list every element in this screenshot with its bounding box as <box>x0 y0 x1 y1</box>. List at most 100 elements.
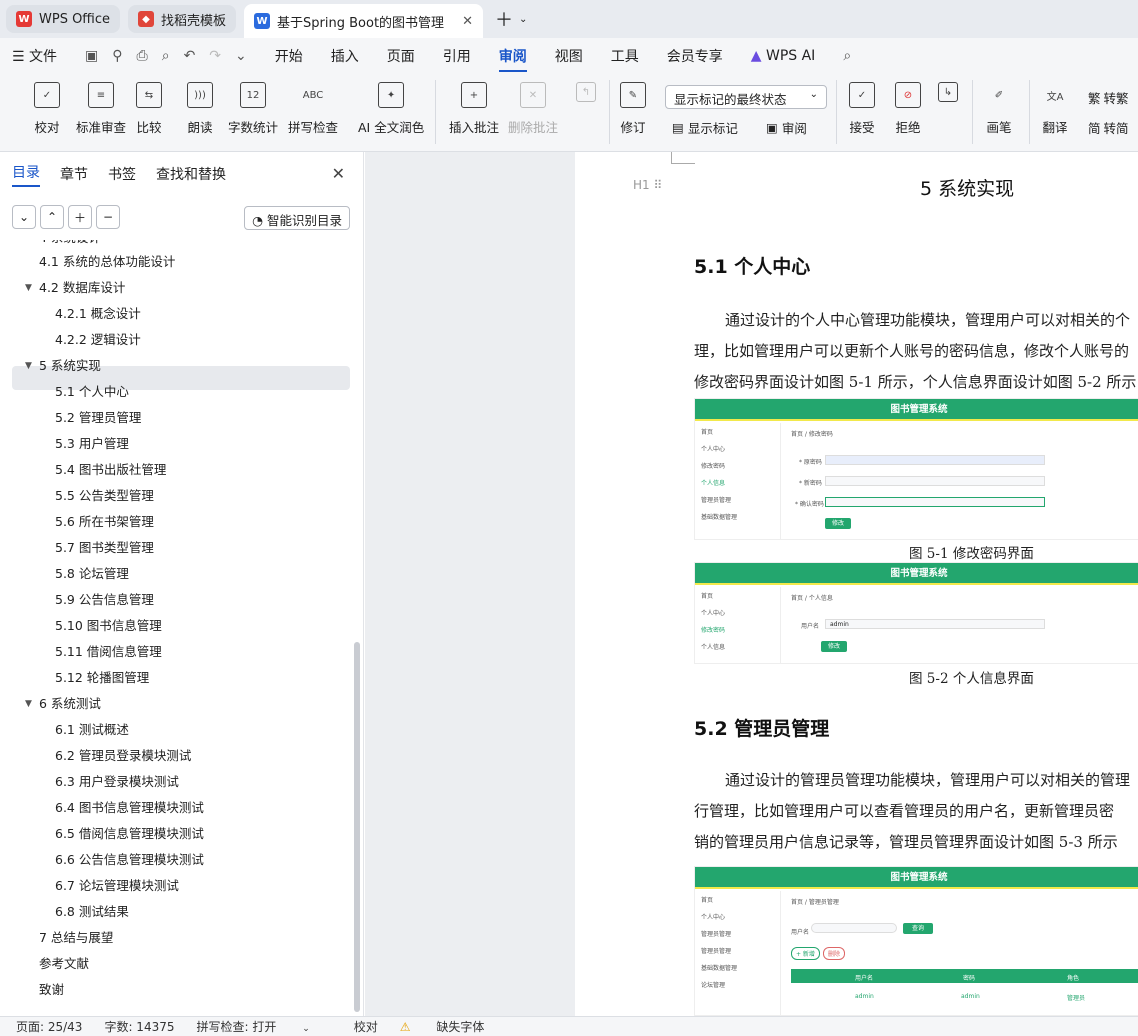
toc-item[interactable]: 5.7 图书类型管理 <box>55 536 154 560</box>
menu-member[interactable]: 会员专享 <box>667 46 723 66</box>
tab-sections[interactable]: 章节 <box>60 164 88 184</box>
remove-heading-icon[interactable]: − <box>96 205 120 229</box>
standard-review-button[interactable]: ≡ 标准审查 <box>76 82 126 136</box>
share-icon[interactable]: ⚲ <box>112 48 122 64</box>
tab-wps-office[interactable]: W WPS Office <box>6 5 121 33</box>
translate-button[interactable]: 文A 翻译 <box>1042 82 1068 136</box>
accept-button[interactable]: ✓ 接受 <box>849 82 875 136</box>
smart-toc-button[interactable]: ◔ 智能识别目录 <box>244 206 350 230</box>
toc-item[interactable]: 5.10 图书信息管理 <box>55 614 162 638</box>
word-count-button[interactable]: 12 字数统计 <box>228 82 278 136</box>
menu-wps-ai[interactable]: ▲ WPS AI <box>751 48 816 64</box>
delete-comment-button[interactable]: ✕ 删除批注 <box>508 82 558 136</box>
review-pane-button[interactable]: ▣ 审阅 <box>766 118 807 137</box>
app-sidebar: 首页 个人中心 管理员管理 管理员管理 基础数据管理 论坛管理 <box>695 891 781 1015</box>
to-traditional-button[interactable]: 繁转繁 <box>1088 88 1129 107</box>
query-btn: 查询 <box>903 923 933 934</box>
toc-item[interactable]: 6.5 借阅信息管理模块测试 <box>55 822 204 846</box>
toc-item[interactable]: 4.2.1 概念设计 <box>55 302 141 326</box>
pen-button[interactable]: ✐ 画笔 <box>986 82 1012 136</box>
menu-view[interactable]: 视图 <box>555 46 583 66</box>
toc-item[interactable]: ▼ 6 系统测试 <box>25 692 101 716</box>
toc-item[interactable]: 5.3 用户管理 <box>55 432 129 456</box>
tab-template[interactable]: ◆ 找稻壳模板 <box>128 5 237 33</box>
expand-arrow-icon[interactable]: ▼ <box>25 276 32 300</box>
missing-font-status[interactable]: ⚠ 缺失字体 <box>400 1018 507 1035</box>
to-simplified-button[interactable]: 简转简 <box>1088 118 1129 137</box>
toc-item[interactable]: 6.3 用户登录模块测试 <box>55 770 179 794</box>
save-icon[interactable]: ▣ <box>85 48 98 64</box>
toc-item[interactable]: 5.9 公告信息管理 <box>55 588 154 612</box>
toc-item[interactable]: 5.12 轮播图管理 <box>55 666 149 690</box>
add-tab-icon[interactable]: ＋ <box>495 6 513 32</box>
toc-item[interactable]: 4 系统设计 <box>39 240 101 250</box>
ai-polish-button[interactable]: ✦ AI 全文润色 <box>358 82 424 136</box>
menu-icon: ☰ <box>12 49 30 65</box>
menu-insert[interactable]: 插入 <box>331 46 359 66</box>
toc-item[interactable]: 4.2.2 逻辑设计 <box>55 328 141 352</box>
proofread-button[interactable]: ✓ 校对 <box>34 82 60 136</box>
toc-item[interactable]: 6.6 公告信息管理模块测试 <box>55 848 204 872</box>
tab-document[interactable]: W 基于Spring Boot的图书管理 ✕ <box>244 4 483 38</box>
compare-button[interactable]: ⇆ 比较 <box>136 82 162 136</box>
menu-start[interactable]: 开始 <box>275 46 303 66</box>
toc-item[interactable]: 6.8 测试结果 <box>55 900 129 924</box>
preview-icon[interactable]: ⌕ <box>162 48 170 64</box>
search-icon[interactable]: ⌕ <box>843 48 851 64</box>
menu-tools[interactable]: 工具 <box>611 46 639 66</box>
show-markup-button[interactable]: ▤ 显示标记 <box>672 118 738 137</box>
collapse-all-icon[interactable]: ⌃ <box>40 205 64 229</box>
print-icon[interactable]: ⎙ <box>137 48 148 64</box>
add-heading-icon[interactable]: ＋ <box>68 205 92 229</box>
next-change-button[interactable]: ↳ <box>938 82 958 111</box>
toc-item[interactable]: ▼ 5 系统实现 <box>25 354 101 378</box>
read-aloud-button[interactable]: ))) 朗读 <box>187 82 213 136</box>
more-icon[interactable]: ⌄ <box>235 48 247 64</box>
toc-item[interactable]: 5.8 论坛管理 <box>55 562 129 586</box>
markup-display-select[interactable]: 显示标记的最终状态 ⌄ <box>665 85 827 109</box>
reject-button[interactable]: ⊘ 拒绝 <box>895 82 921 136</box>
page-indicator[interactable]: 页面: 25/43 <box>16 1018 82 1035</box>
toc-item[interactable]: 6.4 图书信息管理模块测试 <box>55 796 204 820</box>
toc-item[interactable]: 致谢 <box>39 978 64 1002</box>
toc-item[interactable]: 5.1 个人中心 <box>55 380 129 404</box>
toc-item[interactable]: 6.7 论坛管理模块测试 <box>55 874 179 898</box>
toc-scrollbar[interactable] <box>354 642 360 1012</box>
menu-review[interactable]: 审阅 <box>498 46 527 72</box>
undo-icon[interactable]: ↶ <box>184 48 196 64</box>
track-changes-button[interactable]: ✎ 修订 <box>620 82 646 136</box>
expand-arrow-icon[interactable]: ▼ <box>25 354 32 378</box>
prev-comment-button[interactable]: ↰ <box>576 82 596 111</box>
tab-bookmarks[interactable]: 书签 <box>108 164 136 184</box>
toc-item[interactable]: 参考文献 <box>39 952 89 976</box>
expand-all-icon[interactable]: ⌄ <box>12 205 36 229</box>
heading-level-icon[interactable]: H1 ⠿ <box>633 178 662 192</box>
expand-arrow-icon[interactable]: ▼ <box>25 692 32 716</box>
tab-toc[interactable]: 目录 <box>12 162 40 187</box>
proof-status[interactable]: 校对 <box>354 1018 378 1035</box>
toc-item[interactable]: 5.4 图书出版社管理 <box>55 458 166 482</box>
section-heading: 5.2 管理员管理 <box>694 718 830 740</box>
toc-item[interactable]: 5.5 公告类型管理 <box>55 484 154 508</box>
toc-item[interactable]: 4.1 系统的总体功能设计 <box>39 250 175 274</box>
word-count[interactable]: 字数: 14375 <box>104 1018 174 1035</box>
tab-find-replace[interactable]: 查找和替换 <box>156 164 226 184</box>
chevron-down-icon[interactable]: ⌄ <box>519 14 527 25</box>
menu-reference[interactable]: 引用 <box>443 46 471 66</box>
close-icon[interactable]: ✕ <box>332 164 345 183</box>
toc-item[interactable]: 5.2 管理员管理 <box>55 406 141 430</box>
markup-icon: ▤ <box>672 120 684 135</box>
spell-check-button[interactable]: ABC 拼写检查 <box>288 82 338 136</box>
toc-item[interactable]: 6.1 测试概述 <box>55 718 129 742</box>
toc-item[interactable]: 5.11 借阅信息管理 <box>55 640 162 664</box>
spell-check-status[interactable]: 拼写检查: 打开 ⌄ <box>197 1018 332 1035</box>
toc-item[interactable]: 6.2 管理员登录模块测试 <box>55 744 191 768</box>
close-icon[interactable]: ✕ <box>462 14 473 29</box>
redo-icon[interactable]: ↷ <box>209 48 221 64</box>
toc-item[interactable]: 5.6 所在书架管理 <box>55 510 154 534</box>
insert-comment-button[interactable]: + 插入批注 <box>449 82 499 136</box>
menu-file[interactable]: ☰ 文件 <box>12 46 57 66</box>
toc-item[interactable]: ▼ 4.2 数据库设计 <box>25 276 125 300</box>
menu-page[interactable]: 页面 <box>387 46 415 66</box>
toc-item[interactable]: 7 总结与展望 <box>39 926 113 950</box>
